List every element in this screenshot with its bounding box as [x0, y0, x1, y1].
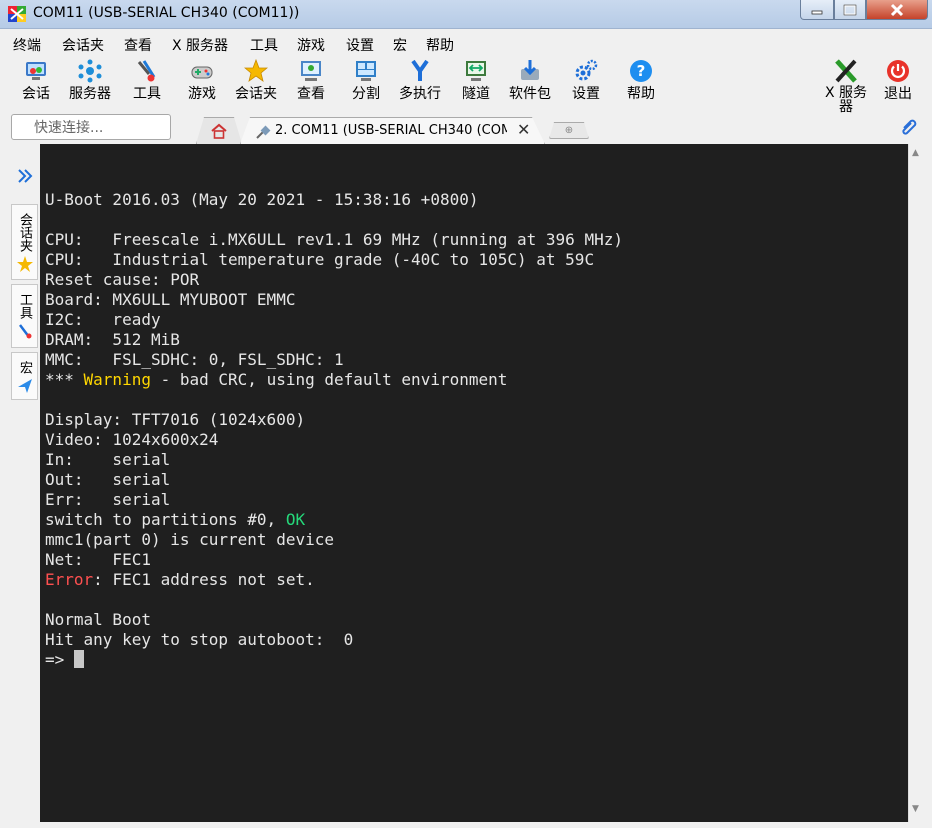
menu-macros[interactable]: 宏 [393, 35, 407, 55]
menu-tools[interactable]: 工具 [250, 35, 278, 55]
home-icon [211, 123, 227, 139]
attach-icon[interactable] [899, 116, 919, 136]
gamepad-icon [191, 66, 213, 79]
terminal-line-ok: switch to partitions #0, OK [45, 510, 306, 529]
serial-icon [256, 125, 271, 139]
terminal-line: MMC: FSL_SDHC: 0, FSL_SDHC: 1 [45, 350, 344, 369]
window-title: COM11 (USB-SERIAL CH340 (COM11)) [33, 5, 300, 21]
terminal-line: Net: FEC1 [45, 550, 151, 569]
terminal-line: I2C: ready [45, 310, 161, 329]
tunnel-button[interactable]: 隧道 [462, 58, 490, 102]
toolbar: 会话 服务器 工具 游戏 会话夹 查看 分割 多执行 隧道 软件包 设置 ? 帮… [0, 56, 932, 114]
terminal-output[interactable]: U-Boot 2016.03 (May 20 2021 - 15:38:16 +… [40, 144, 908, 822]
menu-settings[interactable]: 设置 [346, 35, 374, 55]
maximize-button[interactable] [834, 0, 866, 20]
multiexec-icon [411, 59, 429, 81]
status-strip [0, 822, 932, 828]
warning-text: Warning [83, 370, 151, 389]
terminal-line: In: serial [45, 450, 171, 469]
packages-button[interactable]: 软件包 [509, 58, 551, 102]
split-icon [356, 61, 376, 81]
tab-com11-label: 2. COM11 (USB-SERIAL CH340 (COM11)) [275, 123, 507, 138]
app-window: COM11 (USB-SERIAL CH340 (COM11)) 终端 会话夹 … [0, 0, 932, 828]
xserver-button[interactable]: X 服务器 [824, 58, 868, 114]
send-icon [17, 379, 32, 393]
games-button[interactable]: 游戏 [188, 58, 216, 102]
terminal-line: Board: MX6ULL MYUBOOT EMMC [45, 290, 296, 309]
session-button[interactable]: 会话 [22, 58, 50, 102]
star-icon [244, 59, 268, 82]
vertical-scrollbar[interactable]: ▲ ▼ [908, 144, 926, 822]
scroll-up-icon[interactable]: ▲ [912, 148, 919, 158]
terminal-line: U-Boot 2016.03 (May 20 2021 - 15:38:16 +… [45, 190, 479, 209]
side-tab-sessions[interactable]: 会话夹 [11, 204, 38, 280]
split-button[interactable]: 分割 [352, 58, 380, 102]
exit-button[interactable]: 退出 [884, 58, 912, 102]
menu-help[interactable]: 帮助 [426, 35, 454, 55]
scroll-down-icon[interactable]: ▼ [912, 804, 919, 814]
terminal-line-error: Error: FEC1 address not set. [45, 570, 315, 589]
terminal-line: DRAM: 512 MiB [45, 330, 180, 349]
view-button[interactable]: 查看 [297, 58, 325, 102]
terminal-line: Normal Boot [45, 610, 151, 629]
help-button[interactable]: ? 帮助 [627, 58, 655, 102]
terminal-line: mmc1(part 0) is current device [45, 530, 334, 549]
terminal-prompt[interactable]: => [45, 650, 84, 670]
menu-view[interactable]: 查看 [124, 35, 152, 55]
tools-icon [18, 324, 31, 339]
minimize-icon [811, 10, 823, 14]
menu-games[interactable]: 游戏 [297, 35, 325, 55]
quick-connect-input[interactable]: 快速连接... [11, 114, 171, 140]
servers-icon [78, 59, 102, 83]
help-icon: ? [630, 60, 652, 82]
title-bar: COM11 (USB-SERIAL CH340 (COM11)) [0, 0, 932, 29]
side-tab-macros[interactable]: 宏 [11, 352, 38, 400]
servers-button[interactable]: 服务器 [69, 58, 111, 102]
xserver-icon [835, 59, 857, 83]
menu-bar: 终端 会话夹 查看 X 服务器 工具 游戏 设置 宏 帮助 [0, 30, 932, 56]
session-icon [26, 62, 46, 80]
ok-text: OK [285, 510, 306, 529]
close-icon [890, 3, 904, 16]
side-panel: 会话夹 工具 宏 [0, 144, 40, 828]
terminal-line: Display: TFT7016 (1024x600) [45, 410, 306, 429]
menu-terminal[interactable]: 终端 [13, 35, 41, 55]
bookmarks-button[interactable]: 会话夹 [235, 58, 277, 102]
home-tab[interactable] [196, 117, 242, 144]
terminal-line: Out: serial [45, 470, 171, 489]
expand-sidebar-icon[interactable] [16, 168, 34, 184]
app-icon [8, 6, 26, 22]
star-icon [16, 256, 33, 272]
text-cursor [73, 650, 84, 668]
settings-button[interactable]: 设置 [572, 58, 600, 102]
terminal-line-warning: *** Warning - bad CRC, using default env… [45, 370, 508, 389]
side-tab-tools[interactable]: 工具 [11, 284, 38, 348]
error-text: Error [45, 570, 94, 589]
terminal-line: CPU: Industrial temperature grade (-40C … [45, 250, 595, 269]
package-icon [521, 60, 539, 80]
terminal-line: Err: serial [45, 490, 171, 509]
view-icon [301, 61, 321, 81]
menu-xserver[interactable]: X 服务器 [172, 35, 228, 55]
power-icon [887, 60, 909, 82]
tunnel-icon [466, 61, 486, 81]
tab-row: 快速连接... 2. COM11 (USB-SERIAL CH340 (COM1… [0, 112, 932, 144]
minimize-button[interactable] [800, 0, 834, 20]
svg-text:?: ? [637, 62, 646, 80]
terminal-line: Video: 1024x600x24 [45, 430, 219, 449]
tools-icon [137, 60, 156, 82]
menu-bookmarks[interactable]: 会话夹 [62, 35, 104, 55]
terminal-line: CPU: Freescale i.MX6ULL rev1.1 69 MHz (r… [45, 230, 623, 249]
multiexec-button[interactable]: 多执行 [399, 58, 441, 102]
maximize-icon [843, 4, 857, 15]
new-tab-button[interactable]: ⊕ [549, 122, 589, 139]
tab-com11[interactable]: 2. COM11 (USB-SERIAL CH340 (COM11)) ✕ [240, 117, 545, 144]
tab-close-icon[interactable]: ✕ [517, 120, 530, 139]
gear-icon [575, 59, 598, 81]
terminal-line: Reset cause: POR [45, 270, 200, 289]
terminal-line: Hit any key to stop autoboot: 0 [45, 630, 354, 649]
close-window-button[interactable] [866, 0, 928, 20]
tools-button[interactable]: 工具 [133, 58, 161, 102]
